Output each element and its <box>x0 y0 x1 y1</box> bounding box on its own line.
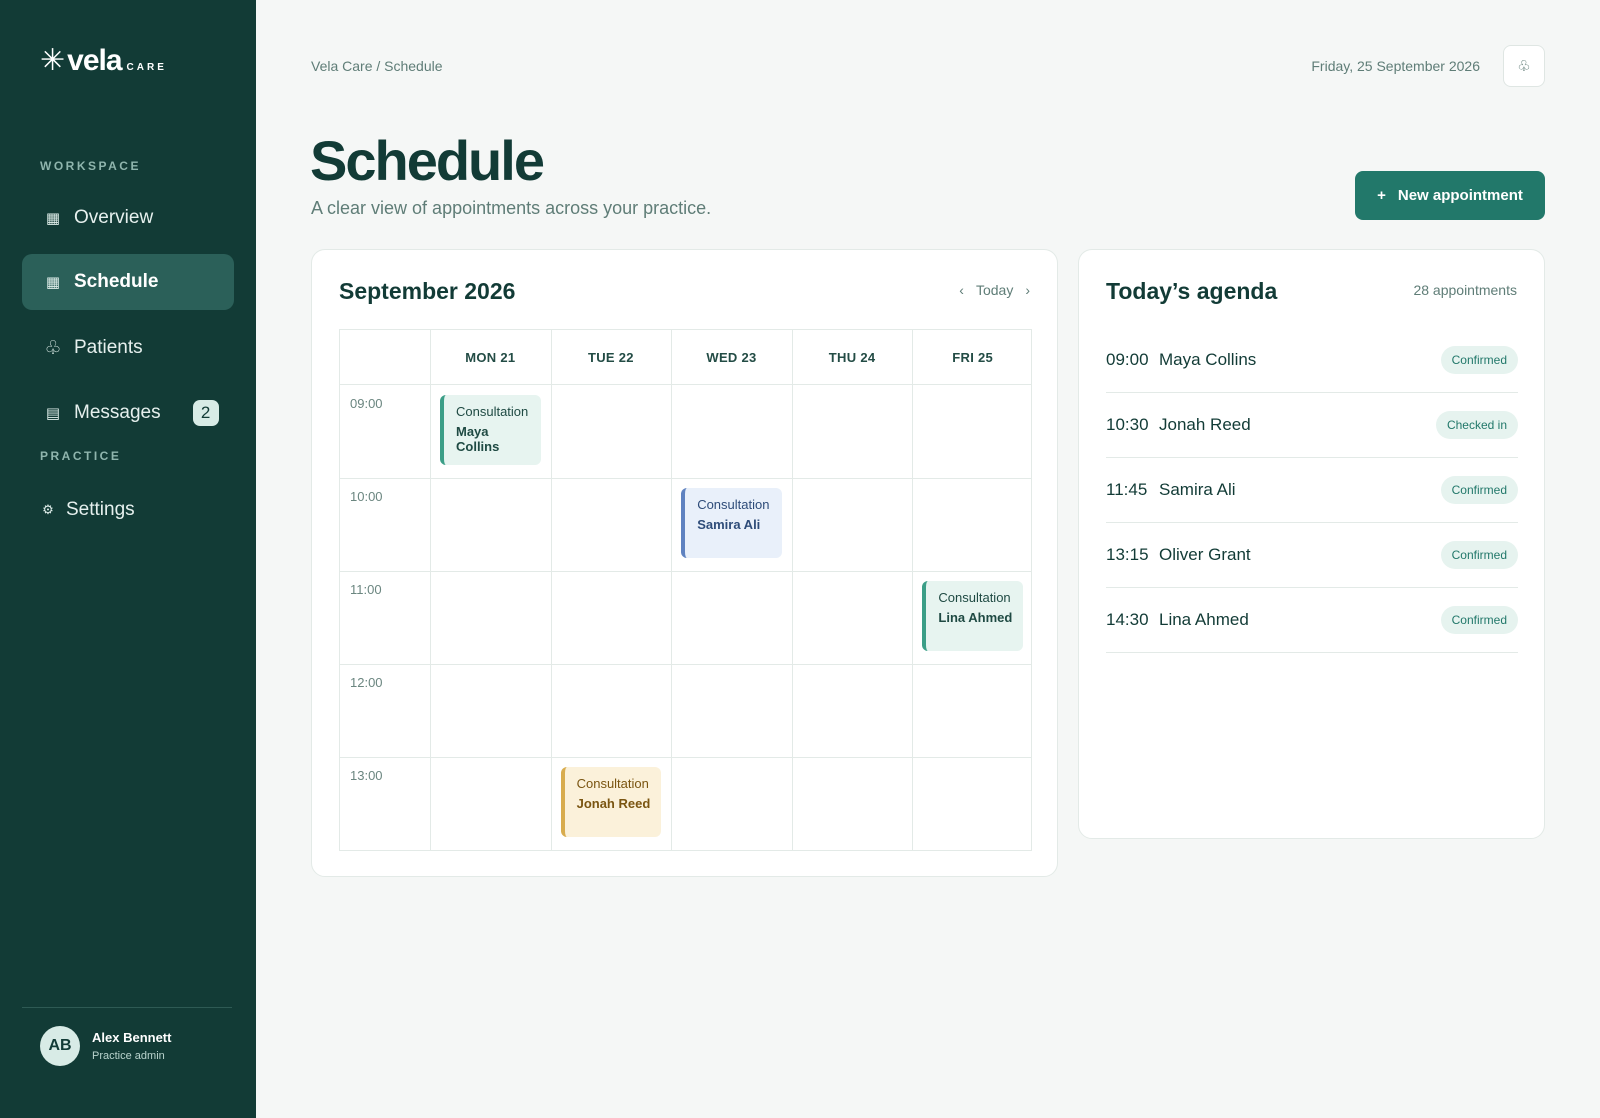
avatar: AB <box>40 1026 80 1066</box>
sidebar-item-label: Overview <box>74 207 154 228</box>
grid-column-line <box>791 330 793 850</box>
time-slot-label: 12:00 <box>350 675 383 690</box>
day-header: FRI 25 <box>952 350 994 365</box>
sidebar-item-settings[interactable]: ⚙ Settings <box>22 482 234 538</box>
appointment-type: Consultation <box>697 497 770 512</box>
agenda-patient-name: Jonah Reed <box>1159 415 1251 434</box>
sidebar: ✳ vela CARE WORKSPACE ▦ Overview ▦ Sched… <box>0 0 256 1118</box>
agenda-patient-name: Samira Ali <box>1159 480 1236 499</box>
grid-icon: ▦ <box>45 210 61 227</box>
calendar-month-title: September 2026 <box>339 278 516 304</box>
practice-section-label: PRACTICE <box>40 449 122 463</box>
calendar-icon: ▦ <box>45 274 61 291</box>
appointment-type: Consultation <box>576 776 649 791</box>
day-header: THU 24 <box>828 350 876 365</box>
grid-row-line <box>340 571 1031 572</box>
day-header: MON 21 <box>465 350 516 365</box>
status-badge: Confirmed <box>1440 476 1518 504</box>
grid-row-line <box>340 757 1031 758</box>
appointment-patient-name: Maya Collins <box>456 424 500 454</box>
agenda-time: 09:00 <box>1106 350 1149 369</box>
calendar-card: September 2026 ‹ Today › MON 21 TUE 22 WED… <box>311 249 1058 877</box>
grid-column-line <box>550 330 552 850</box>
agenda-row[interactable]: 10:30 Jonah Reed Checked in <box>1106 393 1518 458</box>
agenda-patient-name: Lina Ahmed <box>1159 610 1249 629</box>
sidebar-item-label: Settings <box>66 499 135 520</box>
sidebar-item-label: Schedule <box>74 271 159 292</box>
agenda-time: 11:45 <box>1106 480 1148 499</box>
status-badge: Confirmed <box>1440 346 1518 374</box>
user-role: Practice admin <box>92 1050 165 1062</box>
status-badge: Confirmed <box>1440 541 1518 569</box>
appointment-patient-name: Jonah Reed <box>576 796 651 811</box>
agenda-time: 13:15 <box>1106 545 1149 564</box>
workspace-section-label: WORKSPACE <box>40 159 141 173</box>
sidebar-item-patients[interactable]: ♧ Patients <box>22 320 234 376</box>
messages-count-badge: 2 <box>192 400 219 426</box>
grid-column-line <box>671 330 673 850</box>
status-badge: Confirmed <box>1440 606 1518 634</box>
sidebar-divider <box>22 1007 232 1008</box>
appointment-event[interactable]: Consultation Maya Collins <box>440 395 541 465</box>
status-badge: Checked in <box>1435 411 1518 439</box>
calendar-grid: MON 21 TUE 22 WED 23 THU 24 FRI 25 09:00 10:00… <box>339 329 1032 851</box>
grid-column-line <box>912 330 914 850</box>
agenda-patient-name: Maya Collins <box>1159 350 1257 369</box>
grid-row-line <box>340 478 1031 479</box>
breadcrumb: Vela Care / Schedule <box>311 58 443 74</box>
time-slot-label: 13:00 <box>350 768 383 783</box>
sidebar-item-label: Patients <box>74 337 143 358</box>
user-profile[interactable]: AB Alex Bennett Practice admin <box>40 1026 171 1066</box>
agenda-list: 09:00 Maya Collins Confirmed 10:30 Jonah Ree… <box>1106 328 1518 653</box>
today-button[interactable]: Today <box>976 282 1013 298</box>
appointment-count: 28 appointments <box>1413 282 1517 298</box>
agenda-row[interactable]: 14:30 Lina Ahmed Confirmed <box>1106 588 1518 653</box>
time-slot-label: 11:00 <box>350 582 382 597</box>
time-slot-label: 10:00 <box>350 489 383 504</box>
appointment-event[interactable]: Consultation Lina Ahmed <box>922 581 1023 651</box>
appointment-patient-name: Lina Ahmed <box>938 610 1013 625</box>
appointment-patient-name: Samira Ali <box>697 517 761 532</box>
grid-column-line <box>430 330 431 850</box>
logo-wordmark: vela <box>67 44 122 77</box>
page-subtitle: A clear view of appointments across your… <box>311 198 712 218</box>
sidebar-item-schedule[interactable]: ▦ Schedule <box>22 254 234 310</box>
agenda-time: 10:30 <box>1106 415 1149 434</box>
agenda-time: 14:30 <box>1106 610 1149 629</box>
agenda-row[interactable]: 11:45 Samira Ali Confirmed <box>1106 458 1518 523</box>
user-name: Alex Bennett <box>92 1030 172 1045</box>
logo[interactable]: ✳ vela CARE <box>40 44 167 78</box>
calendar-navigation: ‹ Today › <box>959 282 1030 298</box>
new-appointment-label: New appointment <box>1397 187 1523 204</box>
chevron-right-icon[interactable]: › <box>1025 282 1030 298</box>
plus-icon: + <box>1377 187 1386 204</box>
chevron-left-icon[interactable]: ‹ <box>959 282 964 298</box>
day-header: WED 23 <box>706 350 757 365</box>
messages-icon: ▤ <box>45 405 61 422</box>
appointment-event[interactable]: Consultation Samira Ali <box>681 488 782 558</box>
appointment-type: Consultation <box>456 404 529 419</box>
new-appointment-button[interactable]: + New appointment <box>1355 171 1545 220</box>
sidebar-item-messages[interactable]: ▤ Messages 2 <box>22 385 234 441</box>
sidebar-item-label: Messages <box>74 402 161 423</box>
notification-button[interactable]: ♧ <box>1503 45 1545 87</box>
agenda-title: Today’s agenda <box>1106 278 1278 304</box>
appointment-type: Consultation <box>938 590 1011 605</box>
appointment-event[interactable]: Consultation Jonah Reed <box>560 767 662 837</box>
agenda-patient-name: Oliver Grant <box>1159 545 1251 564</box>
asterisk-logo-icon: ✳ <box>40 43 66 78</box>
agenda-row[interactable]: 13:15 Oliver Grant Confirmed <box>1106 523 1518 588</box>
notification-icon: ♧ <box>1517 58 1531 75</box>
grid-row-line <box>340 664 1031 665</box>
patients-icon: ♧ <box>44 337 62 359</box>
logo-subtitle: CARE <box>126 62 167 73</box>
page-title: Schedule <box>310 129 545 192</box>
agenda-row[interactable]: 09:00 Maya Collins Confirmed <box>1106 328 1518 393</box>
current-date: Friday, 25 September 2026 <box>1311 58 1480 74</box>
gear-icon: ⚙ <box>42 502 54 517</box>
time-slot-label: 09:00 <box>350 396 383 411</box>
agenda-card: Today’s agenda 28 appointments 09:00 Maya… <box>1078 249 1545 839</box>
day-header: TUE 22 <box>587 350 634 365</box>
sidebar-item-overview[interactable]: ▦ Overview <box>22 190 234 246</box>
